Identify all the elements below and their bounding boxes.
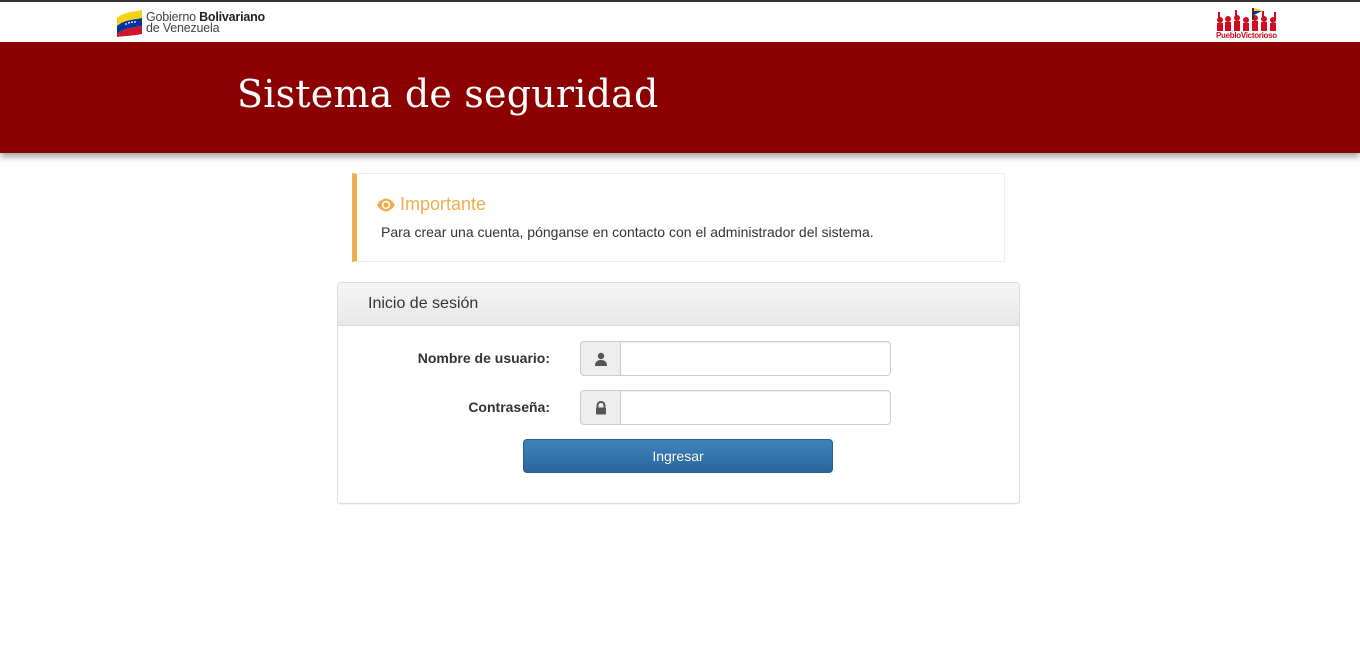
header-banner: Sistema de seguridad <box>0 42 1360 153</box>
page-title: Sistema de seguridad <box>237 72 659 116</box>
important-notice: Importante Para crear una cuenta, póngan… <box>352 173 1005 262</box>
pueblo-victorioso-logo: PuebloVictorioso <box>1214 6 1280 40</box>
user-icon <box>594 352 607 366</box>
notice-heading: Importante <box>376 194 486 215</box>
eye-icon <box>377 198 395 211</box>
lock-icon <box>595 400 606 414</box>
password-label: Contraseña: <box>468 399 550 415</box>
login-button[interactable]: Ingresar <box>523 439 833 473</box>
government-bar: Gobierno Bolivariano de Venezuela Pueblo… <box>0 2 1360 42</box>
password-addon <box>580 390 620 425</box>
username-addon <box>580 341 620 376</box>
gobierno-bolivariano-logo: Gobierno Bolivariano de Venezuela <box>116 7 265 39</box>
pueblo-victorioso-text: PuebloVictorioso <box>1216 31 1277 40</box>
crowd-icon <box>1217 8 1276 31</box>
venezuela-flag-icon <box>117 10 142 37</box>
password-input-group <box>580 390 891 425</box>
username-input[interactable] <box>620 341 891 376</box>
login-panel-title: Inicio de sesión <box>368 295 479 312</box>
notice-title: Importante <box>400 194 487 214</box>
gov-logo-line2: de Venezuela <box>146 21 220 35</box>
password-input[interactable] <box>620 390 891 425</box>
login-panel: Inicio de sesión Nombre de usuario: Cont… <box>337 282 1020 504</box>
notice-message: Para crear una cuenta, pónganse en conta… <box>381 224 874 240</box>
username-label: Nombre de usuario: <box>417 350 550 366</box>
username-input-group <box>580 341 891 376</box>
login-panel-heading: Inicio de sesión <box>338 283 1019 326</box>
